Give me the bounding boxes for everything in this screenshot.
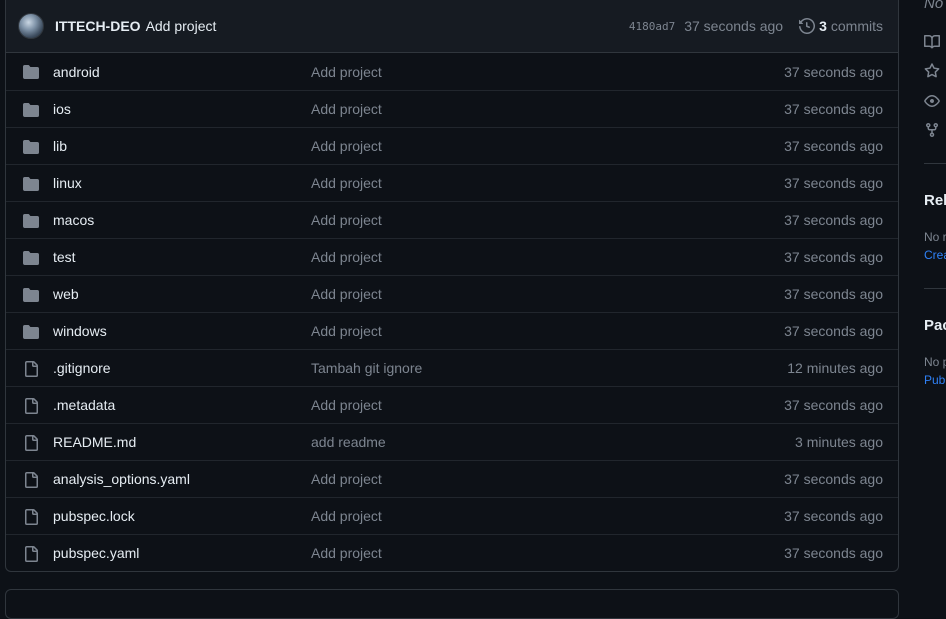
file-icon: [25, 361, 38, 377]
file-row[interactable]: android Add project 37 seconds ago: [6, 53, 898, 90]
commit-time: 37 seconds ago: [784, 175, 883, 191]
file-name-link[interactable]: test: [53, 249, 76, 265]
folder-icon: [23, 103, 39, 117]
releases-empty-text: No r: [924, 230, 946, 244]
commit-message-link[interactable]: Add project: [311, 138, 382, 154]
file-name-link[interactable]: windows: [53, 323, 107, 339]
eye-icon[interactable]: [924, 93, 940, 109]
file-row[interactable]: lib Add project 37 seconds ago: [6, 127, 898, 164]
file-name-link[interactable]: README.md: [53, 434, 136, 450]
folder-icon: [23, 214, 39, 228]
commit-time: 3 minutes ago: [795, 434, 883, 450]
file-name-link[interactable]: linux: [53, 175, 82, 191]
commit-time: 37 seconds ago: [784, 212, 883, 228]
commit-message-link[interactable]: Add project: [311, 101, 382, 117]
latest-commit-bar: ITTECH-DEO Add project 4180ad7 37 second…: [6, 0, 898, 53]
file-name-link[interactable]: web: [53, 286, 79, 302]
commit-time: 37 seconds ago: [784, 249, 883, 265]
file-name-link[interactable]: pubspec.lock: [53, 508, 135, 524]
commit-count: 3: [819, 18, 827, 34]
commit-time: 37 seconds ago: [684, 18, 784, 34]
commit-time: 37 seconds ago: [784, 397, 883, 413]
file-icon: [25, 435, 38, 451]
about-sidebar: No Rel No r Crea Pac No p Pub: [924, 0, 946, 604]
file-row[interactable]: test Add project 37 seconds ago: [6, 238, 898, 275]
folder-icon: [23, 288, 39, 302]
avatar[interactable]: [18, 13, 44, 39]
file-name-link[interactable]: analysis_options.yaml: [53, 471, 190, 487]
commit-time: 37 seconds ago: [784, 545, 883, 561]
commit-message-link[interactable]: Add project: [146, 18, 217, 34]
commit-time: 37 seconds ago: [784, 63, 883, 80]
folder-icon: [23, 65, 39, 79]
file-name-link[interactable]: android: [53, 64, 100, 80]
star-icon[interactable]: [924, 63, 940, 79]
file-row[interactable]: ios Add project 37 seconds ago: [6, 90, 898, 127]
commit-message-link[interactable]: Add project: [311, 471, 382, 487]
sidebar-divider: [924, 163, 946, 164]
commit-message-link[interactable]: Tambah git ignore: [311, 360, 422, 376]
file-browser: ITTECH-DEO Add project 4180ad7 37 second…: [5, 0, 899, 572]
file-name-link[interactable]: .gitignore: [53, 360, 111, 376]
folder-icon: [23, 177, 39, 191]
file-name-link[interactable]: pubspec.yaml: [53, 545, 139, 561]
releases-heading[interactable]: Rel: [924, 192, 946, 209]
sidebar-divider: [924, 288, 946, 289]
file-row[interactable]: .metadata Add project 37 seconds ago: [6, 386, 898, 423]
commits-link[interactable]: 3 commits: [799, 18, 883, 34]
commit-message-link[interactable]: Add project: [311, 249, 382, 265]
file-row[interactable]: linux Add project 37 seconds ago: [6, 164, 898, 201]
commit-message-link[interactable]: Add project: [311, 212, 382, 228]
folder-icon: [23, 251, 39, 265]
commit-time: 37 seconds ago: [784, 508, 883, 524]
file-name-link[interactable]: ios: [53, 101, 71, 117]
file-row[interactable]: web Add project 37 seconds ago: [6, 275, 898, 312]
packages-heading[interactable]: Pac: [924, 317, 946, 334]
packages-empty-text: No p: [924, 355, 946, 369]
file-icon: [25, 472, 38, 488]
commit-time: 37 seconds ago: [784, 138, 883, 154]
history-icon: [799, 18, 816, 34]
commit-time: 37 seconds ago: [784, 101, 883, 117]
commit-message-link[interactable]: Add project: [311, 286, 382, 302]
file-name-link[interactable]: .metadata: [53, 397, 115, 413]
commit-message-link[interactable]: Add project: [311, 397, 382, 413]
file-row[interactable]: README.md add readme 3 minutes ago: [6, 423, 898, 460]
commit-message-link[interactable]: Add project: [311, 508, 382, 524]
commits-label: commits: [830, 18, 883, 34]
file-name-link[interactable]: lib: [53, 138, 67, 154]
file-row[interactable]: analysis_options.yaml Add project 37 secon…: [6, 460, 898, 497]
file-row[interactable]: pubspec.yaml Add project 37 seconds ago: [6, 534, 898, 571]
file-row[interactable]: windows Add project 37 seconds ago: [6, 312, 898, 349]
commit-message-link[interactable]: Add project: [311, 175, 382, 191]
commit-sha-link[interactable]: 4180ad7: [629, 20, 675, 33]
commit-time: 37 seconds ago: [784, 323, 883, 339]
file-icon: [25, 546, 38, 562]
commit-message-link[interactable]: add readme: [311, 434, 386, 450]
file-row[interactable]: macos Add project 37 seconds ago: [6, 201, 898, 238]
commit-message-link[interactable]: Add project: [311, 323, 382, 339]
publish-package-link[interactable]: Pub: [924, 373, 945, 387]
commit-time: 37 seconds ago: [784, 286, 883, 302]
commit-time: 37 seconds ago: [784, 471, 883, 487]
readme-box-edge: [5, 589, 899, 619]
fork-icon[interactable]: [924, 122, 940, 138]
folder-icon: [23, 325, 39, 339]
commit-message-link[interactable]: Add project: [311, 64, 382, 80]
file-name-link[interactable]: macos: [53, 212, 94, 228]
about-description: No: [924, 0, 944, 12]
file-icon: [25, 509, 38, 525]
file-icon: [25, 398, 38, 414]
create-release-link[interactable]: Crea: [924, 248, 946, 262]
commit-message-link[interactable]: Add project: [311, 545, 382, 561]
commit-time: 12 minutes ago: [787, 360, 883, 376]
file-row[interactable]: .gitignore Tambah git ignore 12 minutes ag…: [6, 349, 898, 386]
commit-author-link[interactable]: ITTECH-DEO: [55, 18, 141, 34]
file-list: android Add project 37 seconds ago ios Add p…: [6, 53, 898, 571]
book-icon[interactable]: [924, 34, 940, 50]
file-row[interactable]: pubspec.lock Add project 37 seconds ago: [6, 497, 898, 534]
folder-icon: [23, 140, 39, 154]
